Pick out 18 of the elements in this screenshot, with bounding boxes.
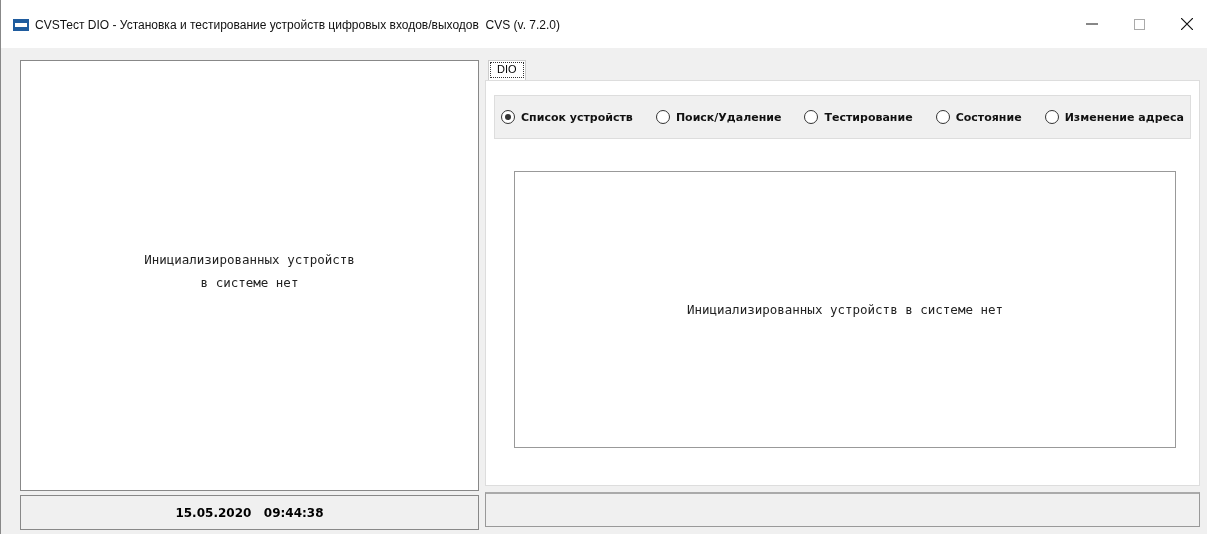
window-title: CVSТест DIO - Установка и тестирование устройств цифровых входов/выходов CVS (v. 7.2.0)	[35, 18, 560, 32]
radio-label[interactable]: Состояние	[955, 110, 1022, 124]
radio-button[interactable]	[655, 110, 670, 124]
datetime-status: 15.05.2020 09:44:38	[20, 495, 479, 530]
empty-message: Инициализированных устройств	[144, 251, 355, 267]
close-icon[interactable]	[1181, 18, 1193, 30]
radio-button[interactable]	[501, 110, 515, 124]
app-logo-icon	[13, 19, 29, 31]
radio-label[interactable]: Изменение адреса	[1064, 110, 1184, 124]
empty-message: в системе нет	[200, 274, 299, 290]
radio-button[interactable]	[1044, 110, 1059, 124]
radio-button[interactable]	[804, 110, 819, 124]
radio-label[interactable]: Список устройств	[521, 110, 633, 124]
radio-label[interactable]: Тестирование	[824, 110, 913, 124]
radio-button[interactable]	[935, 110, 950, 124]
radio-label[interactable]: Поиск/Удаление	[675, 110, 782, 124]
empty-message: Инициализированных устройств в системе нет	[686, 302, 1004, 317]
tab[interactable]: DIO	[488, 60, 526, 80]
